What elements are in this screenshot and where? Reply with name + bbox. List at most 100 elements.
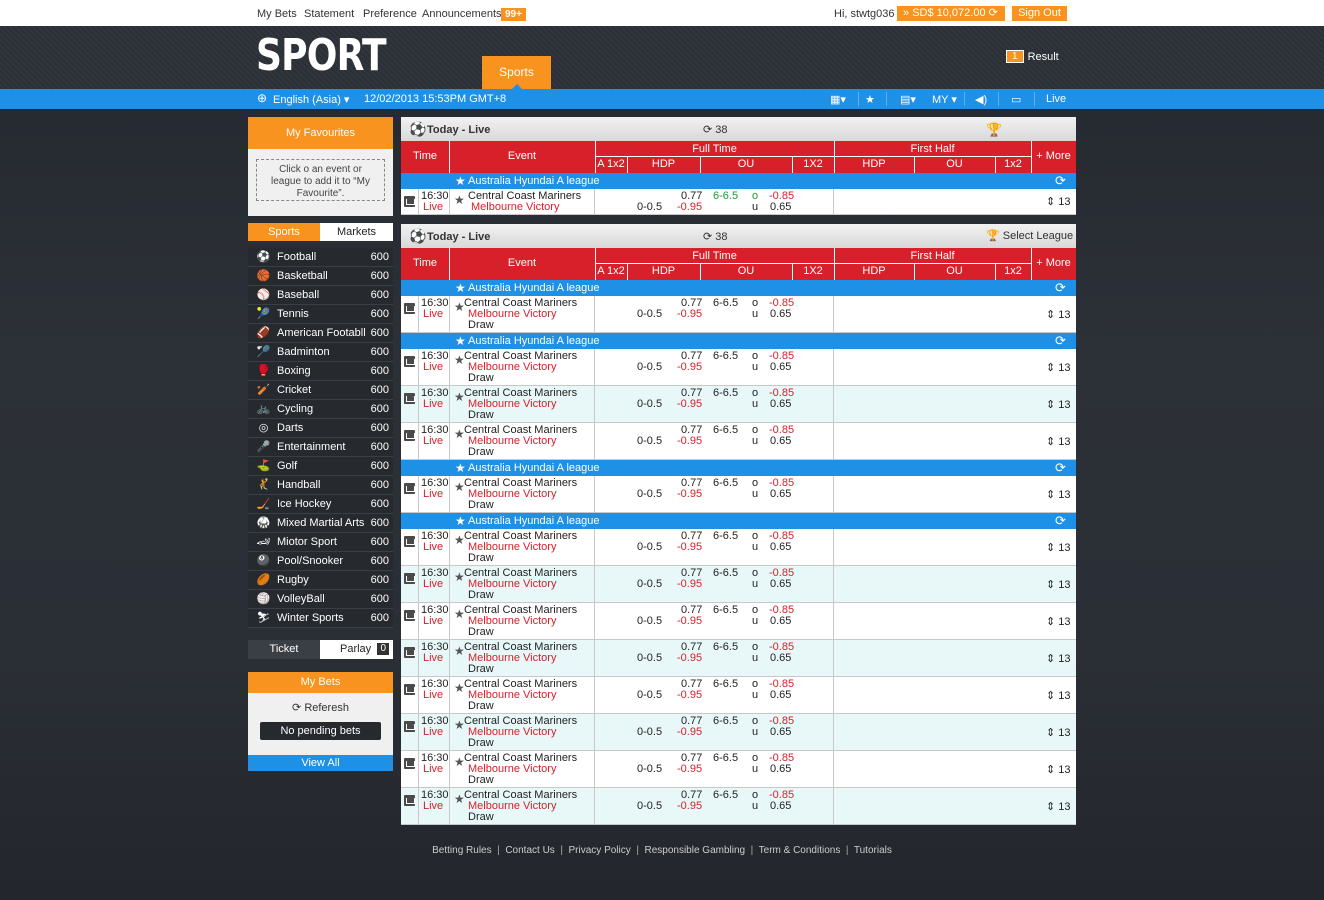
stats-icon[interactable]	[404, 483, 415, 494]
more-markets[interactable]: ⇕ 13	[1046, 615, 1071, 628]
col-more[interactable]: + More	[1031, 150, 1076, 162]
table-row[interactable]: 16:30 Live ★ Central Coast Mariners Melbourn…	[401, 296, 1076, 333]
hdp-away[interactable]: -0.95	[677, 398, 702, 410]
tab-markets[interactable]: Markets	[320, 223, 393, 241]
tab-ticket[interactable]: Ticket	[248, 640, 320, 659]
sport-item[interactable]: 🤾 Handball 600	[248, 476, 393, 495]
sound-icon[interactable]: ◀)	[975, 93, 987, 106]
table-row[interactable]: 16:30 Live ★ Central Coast Mariners Melbourn…	[401, 751, 1076, 788]
hdp-away[interactable]: -0.95	[677, 652, 702, 664]
league-row[interactable]: ★ Australia Hyundai A league ⟳	[401, 333, 1076, 349]
hdp-away[interactable]: -0.95	[677, 201, 702, 213]
star-icon[interactable]: ★	[455, 281, 466, 295]
sport-item[interactable]: 🎤 Entertainment 600	[248, 438, 393, 457]
announcements-link[interactable]: Announcements	[422, 8, 502, 20]
sport-item[interactable]: ⛷ Winter Sports 600	[248, 609, 393, 628]
stats-icon[interactable]	[404, 647, 415, 658]
more-markets[interactable]: ⇕ 13	[1046, 488, 1071, 501]
ou-under[interactable]: 0.65	[770, 615, 791, 627]
stats-icon[interactable]	[404, 795, 415, 806]
more-markets[interactable]: ⇕ 13	[1046, 726, 1071, 739]
ou-under[interactable]: 0.65	[770, 488, 791, 500]
table-row[interactable]: 16:30 Live ★ Central Coast Mariners Melbourn…	[401, 476, 1076, 513]
col-more[interactable]: + More	[1031, 257, 1076, 269]
stats-icon[interactable]	[404, 393, 415, 404]
sport-item[interactable]: 🥊 Boxing 600	[248, 362, 393, 381]
sport-item[interactable]: 🏸 Badminton 600	[248, 343, 393, 362]
sport-item[interactable]: 🏏 Cricket 600	[248, 381, 393, 400]
footer-link[interactable]: Contact Us	[505, 845, 554, 856]
fav-star-icon[interactable]: ★	[454, 193, 465, 207]
hdp-away[interactable]: -0.95	[677, 578, 702, 590]
more-markets[interactable]: ⇕ 13	[1046, 541, 1071, 554]
stats-icon[interactable]	[404, 536, 415, 547]
result-button[interactable]: 1 Result	[1006, 50, 1059, 63]
odds-type-select[interactable]: MY ▾	[932, 93, 957, 106]
table-row[interactable]: 16:30 Live ★ Central Coast Mariners Melbourn…	[401, 640, 1076, 677]
stats-icon[interactable]	[404, 196, 415, 207]
sport-item[interactable]: 🎾 Tennis 600	[248, 305, 393, 324]
refresh-button[interactable]: ⟳ Referesh	[248, 693, 393, 714]
select-league-button[interactable]: 🏆 Select League	[986, 229, 1073, 242]
ou-under[interactable]: 0.65	[770, 726, 791, 738]
sport-item[interactable]: 🏉 Rugby 600	[248, 571, 393, 590]
footer-link[interactable]: Responsible Gambling	[644, 845, 745, 856]
more-markets[interactable]: ⇕ 13	[1046, 308, 1071, 321]
table-row[interactable]: 16:30 Live ★ Central Coast Mariners Melbourn…	[401, 189, 1076, 215]
stats-icon[interactable]	[404, 684, 415, 695]
more-markets[interactable]: ⇕ 13	[1046, 763, 1071, 776]
hdp-away[interactable]: -0.95	[677, 615, 702, 627]
sport-item[interactable]: 🎱 Pool/Snooker 600	[248, 552, 393, 571]
more-markets[interactable]: ⇕ 13	[1046, 689, 1071, 702]
hdp-away[interactable]: -0.95	[677, 308, 702, 320]
hdp-away[interactable]: -0.95	[677, 435, 702, 447]
ou-under[interactable]: 0.65	[770, 398, 791, 410]
star-icon[interactable]: ★	[455, 514, 466, 528]
refresh-count[interactable]: ⟳ 38	[703, 123, 728, 136]
stats-icon[interactable]	[404, 303, 415, 314]
fullscreen-icon[interactable]: ▭	[1011, 93, 1021, 106]
view-select[interactable]: ▤▾	[900, 93, 916, 106]
stats-icon[interactable]	[404, 356, 415, 367]
hdp-away[interactable]: -0.95	[677, 800, 702, 812]
sport-item[interactable]: 🚲 Cycling 600	[248, 400, 393, 419]
refresh-icon[interactable]: ⟳	[1055, 280, 1066, 296]
hdp-away[interactable]: -0.95	[677, 763, 702, 775]
more-markets[interactable]: ⇕ 13	[1046, 398, 1071, 411]
statement-link[interactable]: Statement	[304, 8, 354, 20]
stats-icon[interactable]	[404, 721, 415, 732]
view-all-button[interactable]: View All	[248, 755, 393, 771]
tab-sports[interactable]: Sports	[482, 56, 551, 89]
refresh-icon[interactable]: ⟳	[1055, 513, 1066, 529]
ou-under[interactable]: 0.65	[770, 763, 791, 775]
sport-item[interactable]: ⛳ Golf 600	[248, 457, 393, 476]
ou-under[interactable]: 0.65	[770, 361, 791, 373]
table-row[interactable]: 16:30 Live ★ Central Coast Mariners Melbourn…	[401, 423, 1076, 460]
refresh-count[interactable]: ⟳ 38	[703, 230, 728, 243]
footer-link[interactable]: Term & Conditions	[759, 845, 841, 856]
hdp-away[interactable]: -0.95	[677, 488, 702, 500]
stats-icon[interactable]	[404, 758, 415, 769]
ou-under[interactable]: 0.65	[770, 308, 791, 320]
sport-item[interactable]: 🏈 American Footabll 600	[248, 324, 393, 343]
league-row[interactable]: ★ Australia Hyundai A league ⟳	[401, 280, 1076, 296]
tab-sports-side[interactable]: Sports	[248, 223, 320, 241]
balance-button[interactable]: » SD$ 10,072.00 ⟳	[897, 6, 1005, 21]
more-markets[interactable]: ⇕ 13	[1046, 361, 1071, 374]
sport-item[interactable]: 🥋 Mixed Martial Arts 600	[248, 514, 393, 533]
ou-under[interactable]: 0.65	[770, 201, 791, 213]
hdp-away[interactable]: -0.95	[677, 541, 702, 553]
table-row[interactable]: 16:30 Live ★ Central Coast Mariners Melbourn…	[401, 529, 1076, 566]
footer-link[interactable]: Privacy Policy	[569, 845, 631, 856]
stats-icon[interactable]	[404, 610, 415, 621]
ou-under[interactable]: 0.65	[770, 541, 791, 553]
ou-under[interactable]: 0.65	[770, 578, 791, 590]
more-markets[interactable]: ⇕ 13	[1046, 195, 1071, 208]
star-icon[interactable]: ★	[455, 174, 466, 188]
sport-item[interactable]: ⚽ Football 600	[248, 248, 393, 267]
sport-item[interactable]: 🏐 VolleyBall 600	[248, 590, 393, 609]
footer-link[interactable]: Tutorials	[854, 845, 892, 856]
table-row[interactable]: 16:30 Live ★ Central Coast Mariners Melbourn…	[401, 603, 1076, 640]
language-select[interactable]: English (Asia) ▾	[273, 93, 349, 106]
star-icon[interactable]: ★	[455, 334, 466, 348]
